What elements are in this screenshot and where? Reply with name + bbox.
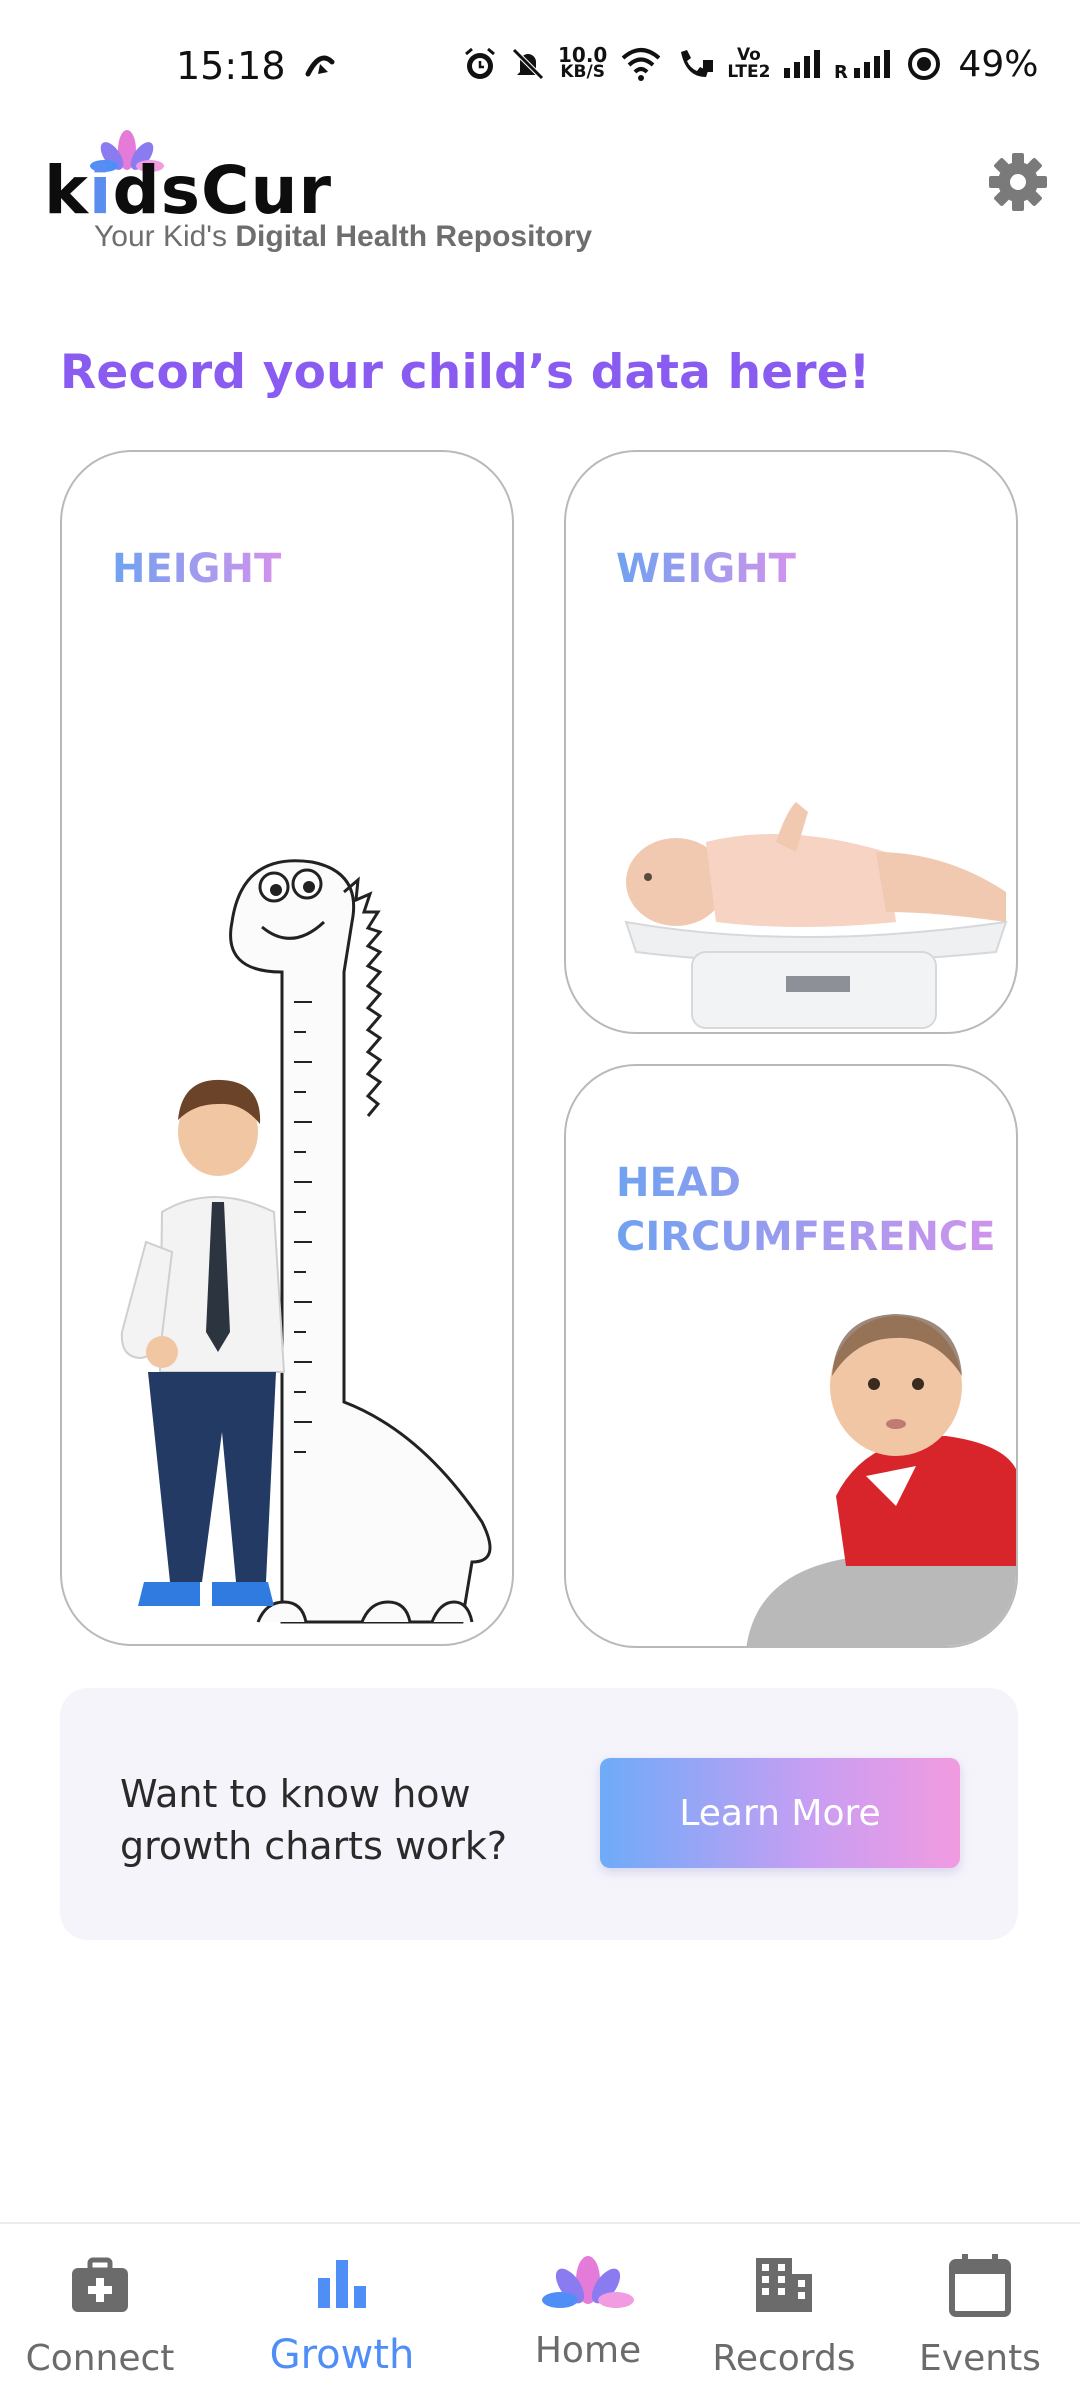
svg-text:R: R — [834, 62, 848, 80]
net-speed: 10.0 KB/S — [558, 45, 607, 82]
nav-item-growth[interactable]: Growth — [242, 2224, 442, 2400]
status-time: 15:18 — [176, 44, 286, 88]
weight-baby-scale-illustration — [624, 802, 1008, 1029]
wifi-call-icon — [675, 46, 715, 82]
tagline-prefix: Your Kid's — [94, 220, 236, 253]
calendar-icon — [949, 2254, 1011, 2317]
net-speed-unit: KB/S — [560, 62, 605, 82]
nav-label-connect: Connect — [25, 2338, 175, 2379]
height-dinosaur-illustration — [120, 859, 492, 1624]
nav-item-events[interactable]: Events — [880, 2224, 1080, 2400]
medical-bag-icon — [72, 2257, 128, 2312]
hotspot-icon — [300, 44, 340, 84]
learn-more-button[interactable]: Learn More — [600, 1758, 960, 1868]
nav-label-home: Home — [534, 2330, 642, 2371]
app-header: kidsCur Your Kid's Digital Health Reposi… — [0, 120, 1080, 260]
nav-label-events: Events — [919, 2338, 1041, 2379]
head-circumference-card[interactable]: HEAD CIRCUMFERENCE — [564, 1064, 1018, 1648]
alarm-icon — [462, 46, 498, 82]
nav-label-records: Records — [712, 2338, 856, 2379]
weight-card[interactable]: WEIGHT — [564, 450, 1018, 1034]
logo-wordmark: kidsCur — [44, 158, 332, 224]
roaming-signal-icon: R — [834, 48, 894, 80]
gear-icon — [989, 153, 1047, 211]
battery-saver-icon — [906, 46, 942, 82]
logo-text-prefix: k — [44, 152, 89, 229]
growth-chart-info-banner: Want to know how growth charts work? Lea… — [60, 1688, 1018, 1940]
height-card[interactable]: HEIGHT — [60, 450, 514, 1646]
signal-icon — [782, 48, 822, 80]
lotus-icon — [542, 2256, 634, 2308]
app-logo: kidsCur Your Kid's Digital Health Reposi… — [44, 128, 592, 253]
lte-label: LTE2 — [727, 62, 771, 82]
nav-item-connect[interactable]: Connect — [0, 2224, 200, 2400]
battery-level: 49% — [958, 43, 1039, 85]
nav-item-records[interactable]: Records — [684, 2224, 884, 2400]
settings-button[interactable] — [986, 150, 1050, 214]
tagline: Your Kid's Digital Health Repository — [94, 220, 592, 254]
wifi-icon — [619, 46, 663, 82]
logo-text-accent: i — [88, 152, 113, 229]
bar-chart-icon — [318, 2260, 366, 2308]
status-icons: 10.0 KB/S Vo LTE2 R 49% — [305, 40, 1039, 88]
status-bar: 15:18 10.0 KB/S Vo LTE2 R 49% — [0, 0, 1080, 130]
nav-item-home[interactable]: Home — [488, 2224, 688, 2400]
head-baby-illustration — [746, 1314, 1016, 1646]
building-icon — [756, 2258, 812, 2312]
page-title: Record your child’s data here! — [60, 345, 871, 400]
mute-icon — [510, 46, 546, 82]
logo-text-suffix: dsCur — [112, 152, 333, 229]
volte-badge: Vo LTE2 — [727, 47, 770, 81]
tagline-bold: Digital Health Repository — [235, 220, 593, 253]
nav-label-growth: Growth — [269, 2332, 415, 2378]
bottom-navigation: Connect Growth Home Records Events — [0, 2222, 1080, 2400]
info-banner-text: Want to know how growth charts work? — [120, 1772, 508, 1868]
